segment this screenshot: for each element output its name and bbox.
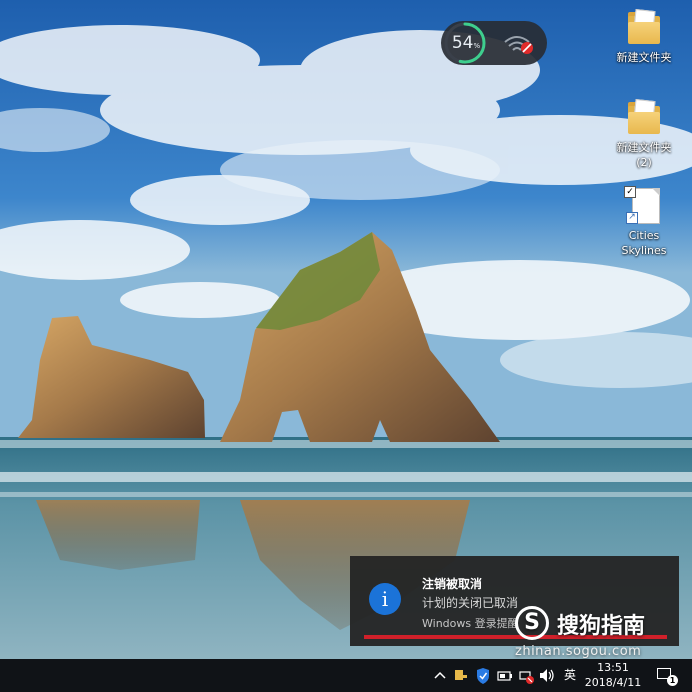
- desktop-icon-label: Cities Skylines: [621, 229, 667, 257]
- shortcut-arrow-icon: ↗: [626, 212, 638, 224]
- action-center-button[interactable]: 1: [650, 659, 680, 692]
- wifi-disconnected-icon: [504, 36, 533, 54]
- desktop-icon-cities-skylines[interactable]: ✓ ↗ Cities Skylines: [608, 186, 680, 258]
- desktop-icon-label: 新建文件夹 (2): [616, 141, 672, 169]
- battery-icon[interactable]: [496, 659, 514, 692]
- clock-date: 2018/4/11: [584, 676, 642, 689]
- desktop-icon-label: 新建文件夹: [616, 51, 672, 64]
- folder-icon: [624, 8, 664, 48]
- desktop-icon-new-folder-2[interactable]: 新建文件夹 (2): [608, 98, 680, 170]
- usage-percent: 54%: [451, 33, 481, 53]
- toast-title: 注销被取消: [422, 577, 483, 591]
- taskbar-clock[interactable]: 13:51 2018/4/11: [583, 659, 643, 692]
- ime-indicator[interactable]: 英: [560, 659, 580, 692]
- desktop-icon-new-folder[interactable]: 新建文件夹: [608, 8, 680, 65]
- network-error-icon[interactable]: [517, 659, 535, 692]
- toast-body: 计划的关闭已取消: [422, 596, 519, 610]
- folder-icon: [624, 98, 664, 138]
- clock-time: 13:51: [597, 661, 629, 674]
- watermark-url: zhinan.sogou.com: [515, 644, 642, 659]
- sogou-logo: S: [515, 606, 549, 640]
- system-monitor-widget[interactable]: 54%: [441, 21, 547, 65]
- volume-icon[interactable]: [538, 659, 556, 692]
- notification-count-badge: 1: [667, 675, 678, 686]
- document-shortcut-icon: ✓ ↗: [624, 186, 664, 226]
- chevron-up-icon[interactable]: [432, 659, 448, 692]
- info-icon: i: [369, 583, 401, 615]
- security-key-icon[interactable]: [452, 659, 470, 692]
- toast-source: Windows 登录提醒: [422, 617, 519, 630]
- checkbox-icon[interactable]: ✓: [624, 186, 636, 198]
- taskbar: 英 13:51 2018/4/11 1: [0, 659, 692, 692]
- watermark-name: 搜狗指南: [557, 614, 646, 639]
- shield-icon[interactable]: [474, 659, 492, 692]
